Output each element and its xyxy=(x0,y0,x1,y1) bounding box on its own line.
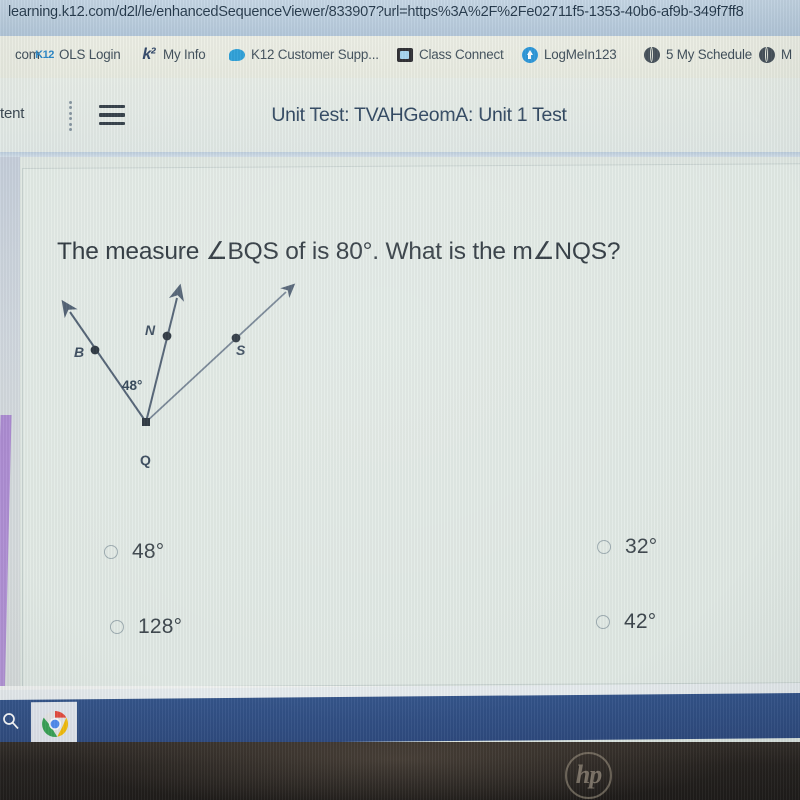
url-text[interactable]: learning.k12.com/d2l/le/enhancedSequence… xyxy=(8,4,744,20)
bezel-texture xyxy=(0,742,800,800)
answer-option-1[interactable]: 128° xyxy=(110,615,182,639)
bookmark-icon-blank xyxy=(0,46,9,63)
diagram-label-n: N xyxy=(145,322,156,338)
point-q xyxy=(142,418,150,426)
ray-qn xyxy=(145,283,185,423)
bookmark-item-m[interactable]: M xyxy=(758,46,792,63)
bookmark-label: My Info xyxy=(163,47,206,62)
radio-button[interactable] xyxy=(110,620,124,634)
bookmark-label: OLS Login xyxy=(59,47,121,62)
diagram-label-s: S xyxy=(236,342,246,358)
bookmark-item-ols-login[interactable]: K12 OLS Login xyxy=(35,46,121,63)
bookmark-item-logmein123[interactable]: LogMeIn123 xyxy=(521,46,617,63)
globe-icon xyxy=(643,46,660,63)
bookmark-item-my-schedule[interactable]: 5 My Schedule xyxy=(643,46,752,63)
answer-label: 42° xyxy=(624,610,657,633)
diagram-label-q: Q xyxy=(140,452,151,468)
laptop-bezel xyxy=(0,742,800,800)
answer-option-2[interactable]: 32° xyxy=(597,535,657,559)
bookmark-label: M xyxy=(781,47,792,62)
answer-label: 128° xyxy=(138,615,183,638)
ray-qs xyxy=(145,283,296,423)
hp-logo-text: hp xyxy=(575,759,602,789)
screenshot-root: learning.k12.com/d2l/le/enhancedSequence… xyxy=(0,0,800,800)
radio-button[interactable] xyxy=(596,615,610,629)
bookmark-item-k12-customer-support[interactable]: K12 Customer Supp... xyxy=(228,46,379,63)
hp-logo: hp xyxy=(565,752,612,799)
answer-label: 48° xyxy=(132,540,165,563)
ray-qb xyxy=(61,299,147,423)
point-b xyxy=(90,345,100,355)
blue-blob-icon xyxy=(228,46,245,63)
question-text: The measure ∠BQS of is 80°. What is the … xyxy=(57,238,621,265)
diagram-angle-label: 48° xyxy=(122,378,143,393)
diagram-label-b: B xyxy=(74,344,85,360)
header-divider xyxy=(0,152,800,157)
dark-square-icon xyxy=(396,46,413,63)
bookmark-item-com[interactable]: com xyxy=(0,46,40,63)
bookmark-item-class-connect[interactable]: Class Connect xyxy=(396,46,504,63)
globe-icon xyxy=(758,46,775,63)
windows-taskbar xyxy=(0,693,800,745)
answer-option-0[interactable]: 48° xyxy=(104,540,164,564)
bookmarks-bar: com K12 OLS Login k² My Info K12 Custome… xyxy=(0,36,800,78)
radio-button[interactable] xyxy=(104,545,118,559)
angle-diagram xyxy=(61,283,296,426)
blue-circle-arrow-icon xyxy=(521,46,538,63)
bookmark-item-my-info[interactable]: k² My Info xyxy=(140,45,206,63)
radio-button[interactable] xyxy=(597,540,611,554)
bookmark-label: Class Connect xyxy=(419,47,504,62)
k12-badge-icon: K12 xyxy=(35,48,54,61)
k2-logo-icon: k² xyxy=(142,45,155,63)
browser-address-bar[interactable]: learning.k12.com/d2l/le/enhancedSequence… xyxy=(0,0,800,36)
chrome-icon[interactable] xyxy=(41,710,69,738)
answer-label: 32° xyxy=(625,535,658,558)
bookmark-label: K12 Customer Supp... xyxy=(251,47,379,62)
page-title: Unit Test: TVAHGeomA: Unit 1 Test xyxy=(271,104,567,126)
answer-option-3[interactable]: 42° xyxy=(596,610,656,634)
search-icon[interactable] xyxy=(2,712,20,730)
point-n xyxy=(162,331,172,341)
bookmark-label: LogMeIn123 xyxy=(544,47,617,62)
bookmark-label: 5 My Schedule xyxy=(666,47,752,62)
